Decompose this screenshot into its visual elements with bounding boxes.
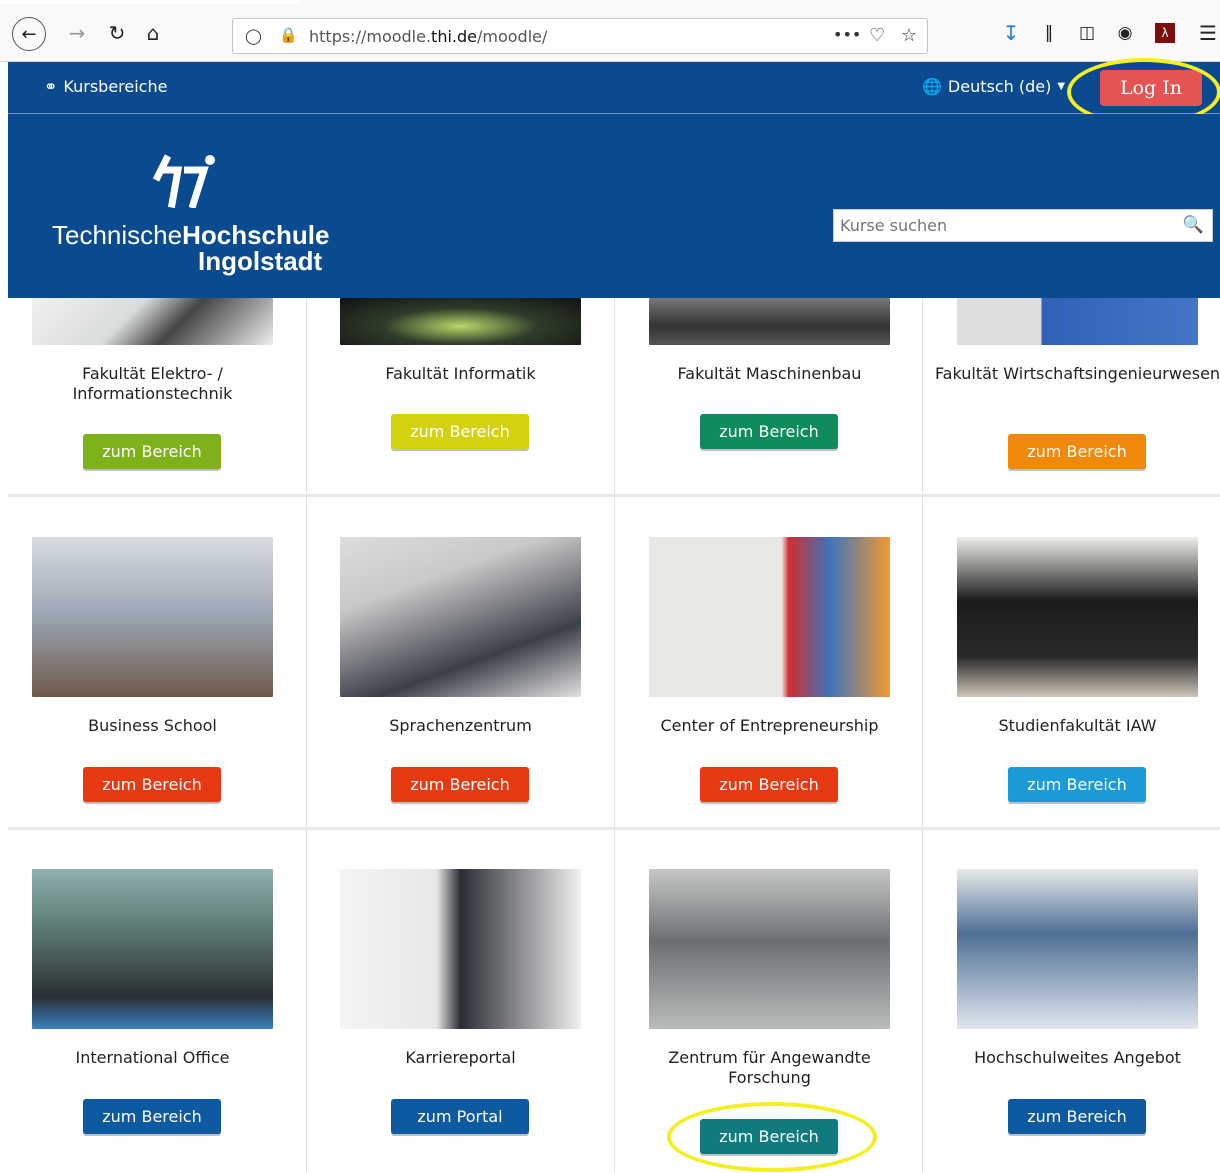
course-search: 🔍 [833,209,1213,242]
site-header: TechnischeHochschule Ingolstadt 🔍 [8,114,1220,298]
card-karriereportal: Karriereportal zum Portal [316,869,624,1173]
search-icon[interactable]: 🔍 [1183,215,1204,235]
card-button[interactable]: zum Bereich [83,1099,221,1134]
account-icon[interactable]: ◉ [1110,18,1140,48]
card-button[interactable]: zum Bereich [700,1119,838,1154]
card-image [340,537,581,697]
card-button[interactable]: zum Bereich [83,767,221,802]
thi-logo-mark [152,154,215,208]
reload-icon[interactable]: ↻ [102,18,132,48]
card-image [649,298,890,345]
card-button[interactable]: zum Bereich [700,414,838,449]
course-areas-label: Kursbereiche [63,77,168,96]
card-image [649,869,890,1029]
card-button[interactable]: zum Bereich [391,767,529,802]
card-international-office: International Office zum Bereich [8,869,316,1173]
card-studienfakultaet-iaw: Studienfakultät IAW zum Bereich [933,537,1220,827]
card-image [957,869,1198,1029]
card-sprachenzentrum: Sprachenzentrum zum Bereich [316,537,624,827]
logo-text-technische: Technische [52,220,183,250]
card-maschinenbau: Fakultät Maschinenbau zum Bereich [625,298,933,494]
card-button[interactable]: zum Bereich [1008,1099,1146,1134]
language-menu[interactable]: 🌐 Deutsch (de) ▼ [922,77,1065,96]
card-title: Center of Entrepreneurship [660,716,879,735]
card-button[interactable]: zum Portal [391,1099,529,1134]
moodle-navbar: ⚭ Kursbereiche 🌐 Deutsch (de) ▼ Log In [8,62,1220,114]
card-button[interactable]: zum Bereich [1008,434,1146,469]
active-tab-indicator [0,0,300,4]
card-wirtschaftsingenieurwesen: Fakultät Wirtschaftsingenieurwesen zum B… [933,298,1220,494]
card-image [340,298,581,345]
card-image [32,537,273,697]
course-areas-link[interactable]: ⚭ Kursbereiche [44,77,167,96]
forward-button[interactable]: → [62,18,92,48]
download-icon[interactable]: ↧ [996,18,1026,48]
card-image [32,298,273,345]
card-title: International Office [75,1048,230,1067]
card-image [957,537,1198,697]
lock-icon[interactable]: 🔒 [279,26,298,44]
login-button[interactable]: Log In [1100,70,1202,106]
sidebar-icon[interactable]: ◫ [1072,18,1102,48]
url-prefix: https://moodle. [309,27,432,46]
card-title: Hochschulweites Angebot [974,1048,1181,1067]
card-button[interactable]: zum Bereich [391,414,529,449]
card-image [649,537,890,697]
card-informatik: Fakultät Informatik zum Bereich [316,298,624,494]
card-image [32,869,273,1029]
card-hochschulweites-angebot: Hochschulweites Angebot zum Bereich [933,869,1220,1173]
card-button[interactable]: zum Bereich [83,434,221,469]
menu-icon[interactable]: ☰ [1198,18,1218,48]
address-bar[interactable]: ◯ 🔒 https://moodle.thi.de/moodle/ ••• ♡ … [232,18,928,54]
caret-down-icon: ▼ [1057,81,1066,92]
pdf-extension-icon[interactable]: λ [1150,18,1180,48]
card-elektro: Fakultät Elektro- / Informationstechnik … [8,298,316,494]
page-actions-menu-icon[interactable]: ••• [833,25,861,44]
card-title: Zentrum für Angewandte Forschung [668,1048,871,1087]
card-title: Karriereportal [405,1048,516,1067]
library-icon[interactable]: ‖ [1034,18,1064,48]
card-title: Fakultät Informatik [385,364,536,383]
url-text[interactable]: https://moodle.thi.de/moodle/ [309,27,547,46]
logo-text: TechnischeHochschule [52,222,329,248]
language-label: Deutsch (de) [947,77,1052,96]
card-title: Business School [88,716,217,735]
card-title: Fakultät Maschinenbau [677,364,862,383]
sitemap-icon: ⚭ [44,77,58,96]
browser-toolbar: ← → ↻ ⌂ ◯ 🔒 https://moodle.thi.de/moodle… [0,0,1220,62]
home-icon[interactable]: ⌂ [138,18,168,48]
card-image [340,869,581,1029]
logo-text-ingolstadt: Ingolstadt [198,246,323,276]
url-domain: thi.de [431,27,477,46]
card-title: Fakultät Elektro- / Informationstechnik [72,364,233,403]
bookmark-star-icon[interactable]: ☆ [901,25,917,46]
card-button[interactable]: zum Bereich [1008,767,1146,802]
globe-icon: 🌐 [922,77,942,96]
card-zentrum-angewandte-forschung: Zentrum für Angewandte Forschung zum Ber… [625,869,933,1173]
shield-icon[interactable]: ◯ [245,27,262,45]
card-button[interactable]: zum Bereich [700,767,838,802]
back-button[interactable]: ← [12,17,46,51]
pocket-icon[interactable]: ♡ [869,25,885,46]
url-suffix: /moodle/ [477,27,548,46]
card-title: Studienfakultät IAW [998,716,1157,735]
card-title: Sprachenzentrum [389,716,532,735]
card-title: Fakultät Wirtschaftsingenieurwesen [934,364,1220,383]
card-business-school: Business School zum Bereich [8,537,316,827]
card-center-of-entrepreneurship: Center of Entrepreneurship zum Bereich [625,537,933,827]
card-image [957,298,1198,345]
course-search-input[interactable] [834,210,1174,241]
